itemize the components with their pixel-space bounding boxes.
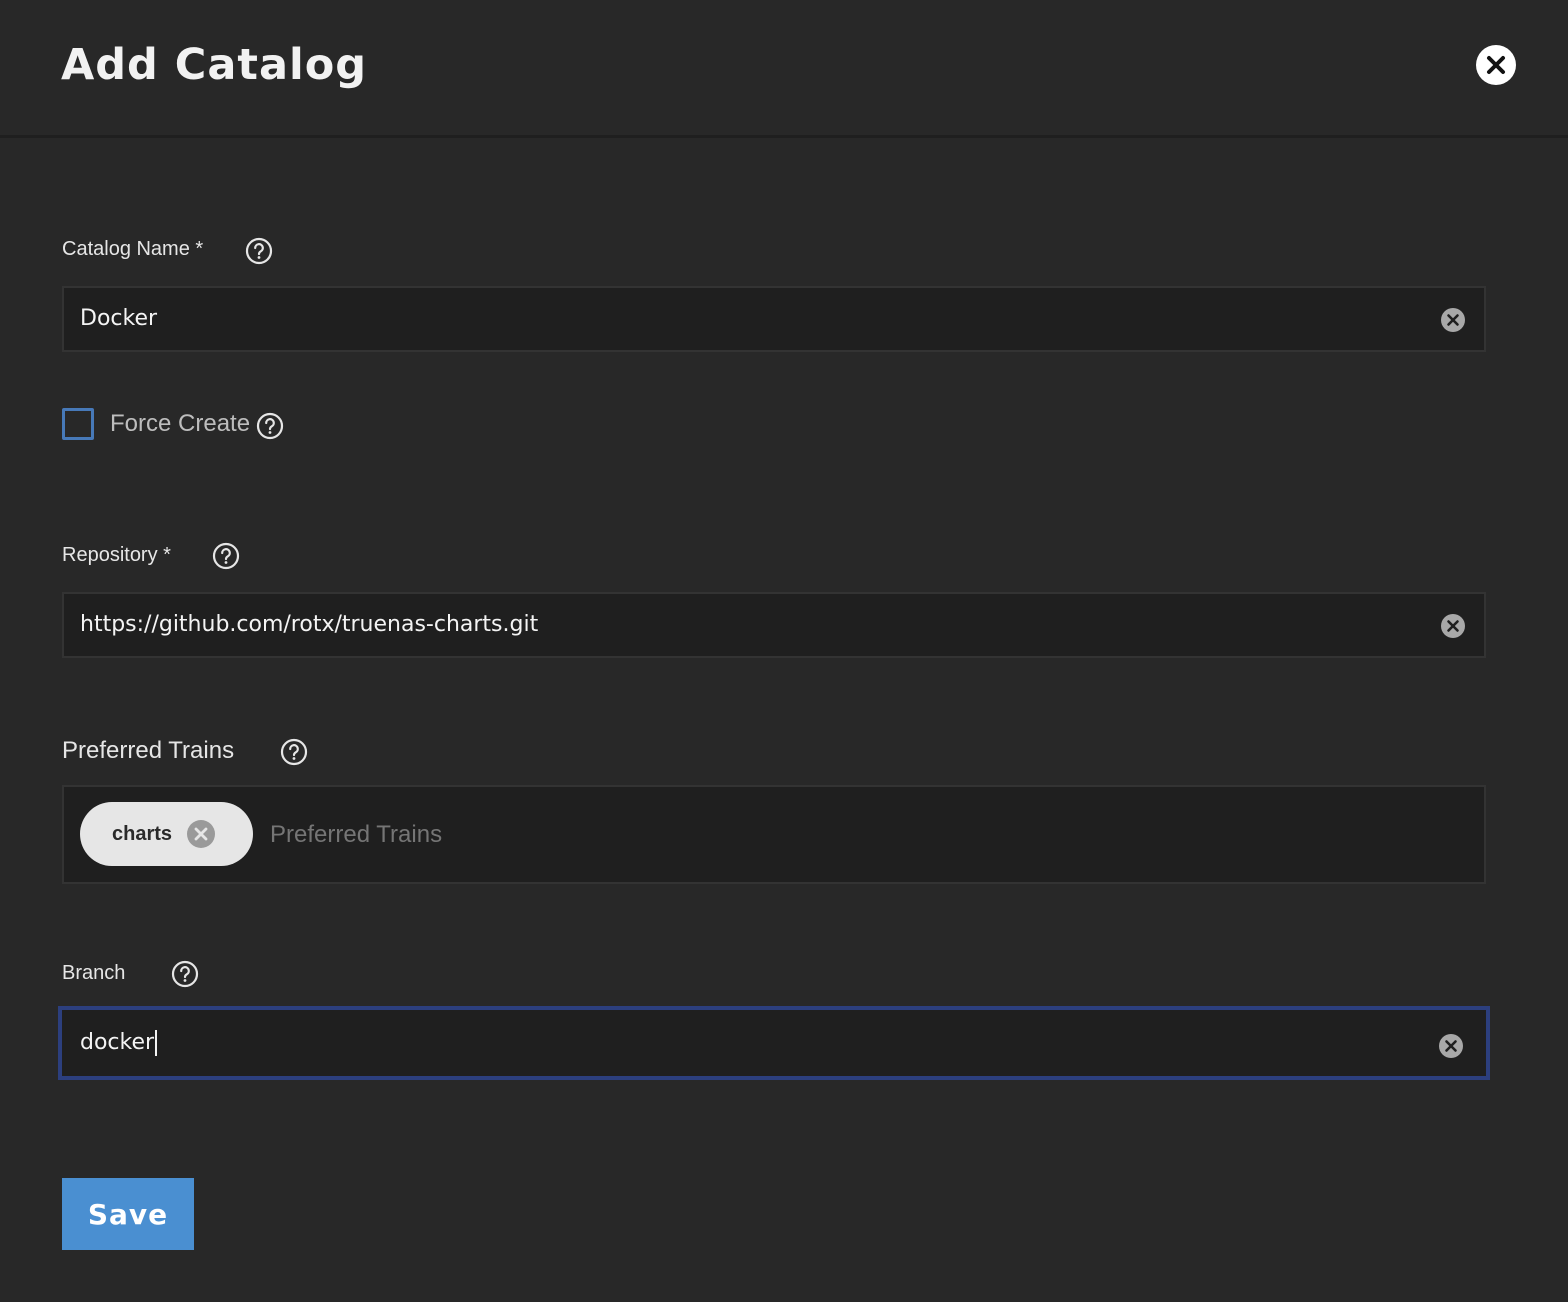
branch-value-wrap: docker: [80, 1010, 158, 1076]
train-chip[interactable]: charts: [80, 802, 253, 866]
chip-remove-icon[interactable]: [186, 819, 216, 849]
branch-label: Branch: [62, 962, 126, 984]
repository-clear-icon[interactable]: [1440, 613, 1466, 639]
force-create-checkbox[interactable]: [62, 408, 94, 440]
branch-help-icon[interactable]: [171, 960, 199, 988]
close-button[interactable]: [1476, 45, 1516, 85]
train-chip-label: charts: [112, 823, 173, 845]
branch-field[interactable]: docker: [58, 1006, 1490, 1080]
force-create-label[interactable]: Force Create: [110, 408, 250, 440]
force-create-help-icon[interactable]: [256, 412, 284, 440]
preferred-trains-input[interactable]: [270, 787, 1270, 882]
branch-value: docker: [80, 1030, 155, 1055]
catalog-name-field[interactable]: Docker: [62, 286, 1486, 352]
preferred-trains-label: Preferred Trains: [62, 737, 235, 764]
repository-help-icon[interactable]: [212, 542, 240, 570]
repository-value: https://github.com/rotx/truenas-charts.g…: [80, 612, 539, 637]
catalog-name-value: Docker: [80, 306, 158, 331]
panel-header: Add Catalog: [0, 0, 1568, 138]
repository-field[interactable]: https://github.com/rotx/truenas-charts.g…: [62, 592, 1486, 658]
page-title: Add Catalog: [61, 40, 368, 90]
catalog-name-clear-icon[interactable]: [1440, 307, 1466, 333]
preferred-trains-field[interactable]: charts: [62, 785, 1486, 884]
close-icon: [1487, 56, 1505, 74]
catalog-name-label: Catalog Name *: [62, 238, 204, 260]
add-catalog-panel: Add Catalog Catalog Name * Docker Force …: [0, 0, 1568, 1302]
text-caret: [155, 1030, 158, 1056]
preferred-trains-help-icon[interactable]: [280, 738, 308, 766]
catalog-name-help-icon[interactable]: [245, 237, 273, 265]
branch-clear-icon[interactable]: [1438, 1033, 1464, 1059]
repository-label: Repository *: [62, 544, 171, 566]
save-button[interactable]: Save: [62, 1178, 194, 1250]
